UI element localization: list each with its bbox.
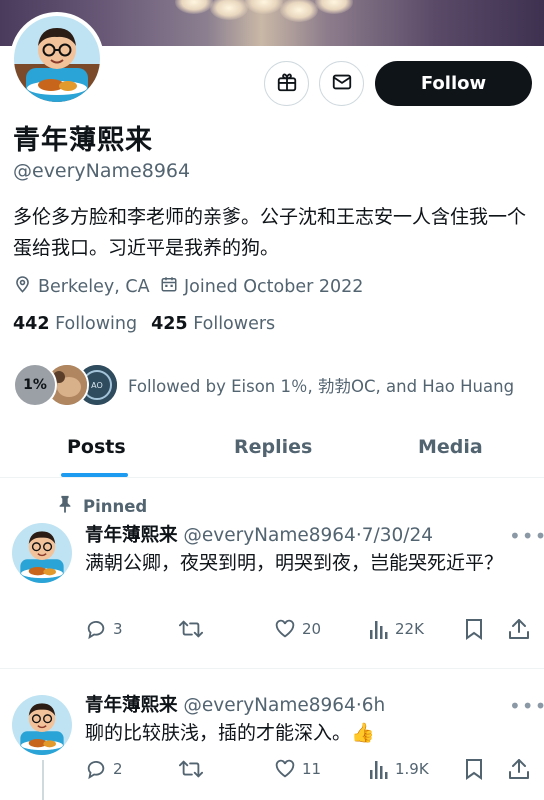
retweet-icon <box>179 760 203 778</box>
views-icon <box>370 761 388 779</box>
pinned-label: Pinned <box>57 495 147 517</box>
mail-icon <box>331 71 353 97</box>
tweet-avatar[interactable] <box>12 695 72 755</box>
profile-handle: @everyName8964 <box>13 160 191 182</box>
following-link[interactable]: 442 Following <box>13 314 137 334</box>
tweet-header: 青年薄熙来 @everyName8964·7/30/24 <box>85 521 433 547</box>
tweet-actions: 3 20 22K <box>85 618 535 644</box>
calendar-icon <box>160 275 184 298</box>
profile-tabs: Posts Replies Media <box>0 420 544 478</box>
follow-button[interactable]: Follow <box>375 61 532 106</box>
views-button[interactable]: 22K <box>369 618 424 640</box>
mutual-badge-text: 1% <box>23 377 47 393</box>
views-icon <box>370 621 388 639</box>
followers-count: 425 <box>151 314 188 334</box>
tweet-header: 青年薄熙来 @everyName8964·6h <box>85 691 385 717</box>
profile-bio: 多伦多方脸和李老师的亲爹。公子沈和王志安一人含住我一个蛋给我口。习近平是我养的狗… <box>13 206 527 259</box>
more-options-icon[interactable]: ••• <box>509 694 544 718</box>
bookmark-icon <box>466 759 482 780</box>
profile-avatar[interactable] <box>10 12 104 106</box>
bookmark-button[interactable] <box>464 758 484 780</box>
reply-icon <box>87 760 105 780</box>
gift-button[interactable] <box>264 61 309 106</box>
more-options-icon[interactable]: ••• <box>509 524 544 548</box>
joined-text: Joined October 2022 <box>184 276 364 297</box>
like-button[interactable]: 20 <box>274 618 321 640</box>
tweet-text: 满朝公卿，夜哭到明，明哭到夜，岂能哭死近平？ <box>85 552 504 574</box>
bookmark-icon <box>466 619 482 640</box>
location-icon <box>13 275 38 299</box>
tweet-divider <box>0 668 544 669</box>
reply-icon <box>87 620 105 640</box>
following-count: 442 <box>13 314 50 334</box>
profile-location: Berkeley, CA <box>13 275 150 299</box>
tweet-author-name[interactable]: 青年薄熙来 <box>85 525 178 546</box>
following-label: Following <box>55 314 138 334</box>
profile-name: 青年薄熙来 <box>13 125 153 156</box>
like-count: 11 <box>302 760 322 778</box>
like-count: 20 <box>302 620 322 638</box>
heart-icon <box>275 619 295 638</box>
like-button[interactable]: 11 <box>274 758 321 780</box>
retweet-icon <box>179 620 203 638</box>
followers-label: Followers <box>193 314 276 334</box>
views-button[interactable]: 1.9K <box>369 758 429 780</box>
bookmark-button[interactable] <box>464 618 484 640</box>
reply-button[interactable]: 2 <box>85 758 123 780</box>
location-text: Berkeley, CA <box>38 277 150 297</box>
followed-by-avatars[interactable]: AO 1% <box>13 363 119 407</box>
tweet-actions: 2 11 1.9K <box>85 758 535 784</box>
message-button[interactable] <box>319 61 364 106</box>
share-button[interactable] <box>508 618 530 640</box>
tab-media[interactable]: Media <box>418 436 483 458</box>
reply-count: 3 <box>113 620 123 638</box>
gift-icon <box>276 71 298 97</box>
views-count: 22K <box>395 620 424 638</box>
tweet-author-name[interactable]: 青年薄熙来 <box>85 695 178 716</box>
mutual-avatar-1: 1% <box>13 363 57 407</box>
tweet-author-handle[interactable]: @everyName8964·7/30/24 <box>183 525 433 546</box>
svg-text:AO: AO <box>91 381 103 390</box>
reply-button[interactable]: 3 <box>85 618 123 640</box>
share-button[interactable] <box>508 758 530 780</box>
retweet-button[interactable] <box>179 618 203 640</box>
pin-icon <box>57 495 83 517</box>
followed-by-text[interactable]: Followed by Eison 1％, 勃勃OC, and Hao Huan… <box>128 373 514 397</box>
reply-count: 2 <box>113 760 123 778</box>
share-icon <box>509 619 529 639</box>
retweet-button[interactable] <box>179 758 203 780</box>
tab-replies[interactable]: Replies <box>234 436 312 458</box>
heart-icon <box>275 759 295 778</box>
tab-posts[interactable]: Posts <box>67 436 126 458</box>
tweet-text-content: 聊的比较肤浅，插的才能深入。 <box>85 722 352 744</box>
tweet-text: 聊的比较肤浅，插的才能深入。👍 <box>85 720 525 747</box>
profile-joined: Joined October 2022 <box>160 275 363 298</box>
thread-line <box>42 760 44 800</box>
views-count: 1.9K <box>395 760 429 778</box>
tweet-author-handle[interactable]: @everyName8964·6h <box>183 695 385 716</box>
tweet-avatar[interactable] <box>12 523 72 583</box>
followers-link[interactable]: 425 Followers <box>151 314 275 334</box>
thumbs-up-emoji: 👍 <box>351 722 375 744</box>
share-icon <box>509 759 529 779</box>
tab-active-indicator <box>61 473 128 477</box>
profile-stats: 442 Following 425 Followers <box>13 314 275 334</box>
